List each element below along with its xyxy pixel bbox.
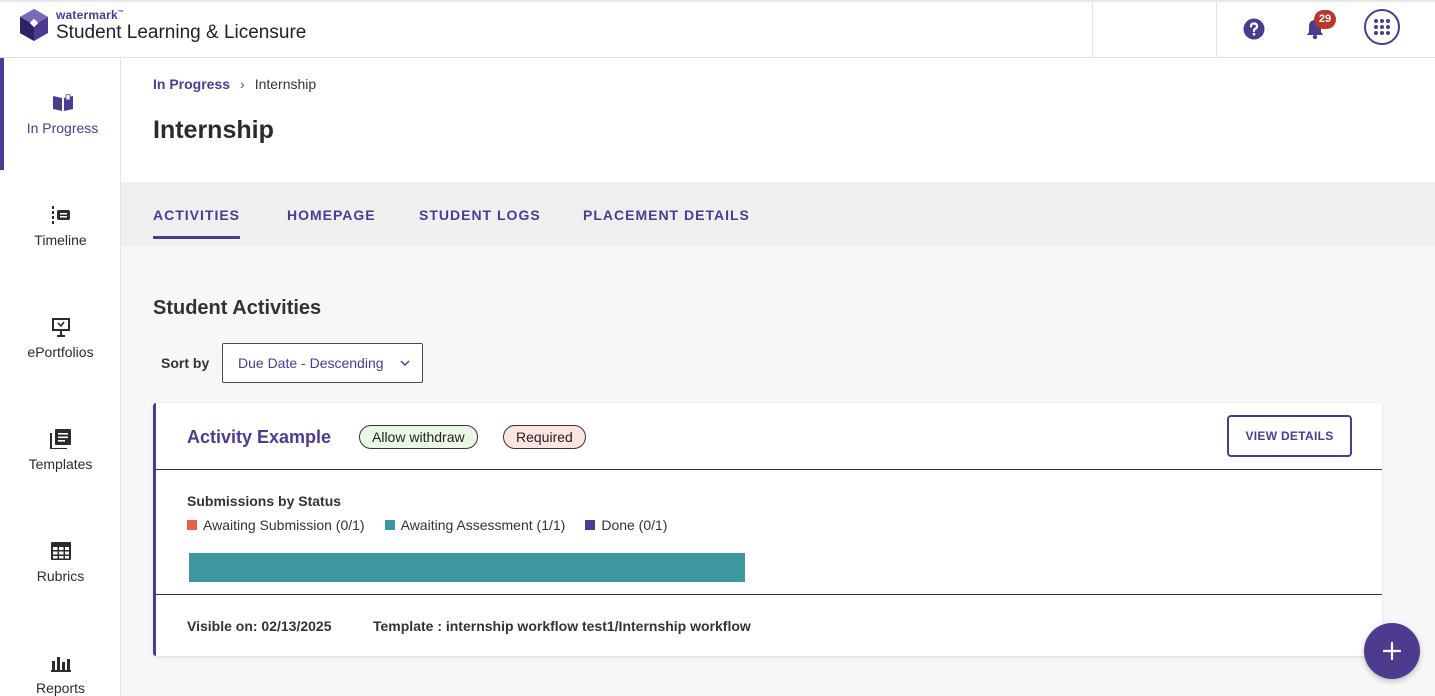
grid-dots-icon	[1374, 19, 1390, 35]
notifications-count-badge: 29	[1314, 10, 1336, 29]
brand-name: watermark™	[56, 7, 125, 22]
sidebar-item-rubrics[interactable]: Rubrics	[0, 506, 121, 618]
sidebar-item-label: Rubrics	[36, 568, 85, 584]
page-header: In Progress › Internship Internship	[121, 58, 1435, 182]
bar-chart-icon	[50, 652, 72, 674]
legend-item-awaiting-assessment: Awaiting Assessment (1/1)	[384, 517, 566, 533]
tab-student-logs[interactable]: STUDENT LOGS	[419, 207, 541, 239]
status-progress-bar	[189, 553, 745, 582]
timeline-icon	[50, 204, 72, 226]
tag-required: Required	[503, 425, 586, 449]
divider	[156, 594, 1382, 595]
sidebar-item-in-progress[interactable]: In Progress	[0, 58, 121, 170]
breadcrumb-separator: ›	[240, 76, 245, 92]
sidebar-item-label: ePortfolios	[27, 344, 94, 360]
topbar-divider	[1092, 2, 1093, 59]
plus-icon	[1382, 641, 1402, 661]
apps-menu-button[interactable]	[1364, 9, 1400, 45]
legend-label: Done (0/1)	[601, 517, 668, 533]
presentation-board-icon	[50, 316, 72, 338]
tab-bar: ACTIVITIES HOMEPAGE STUDENT LOGS PLACEME…	[121, 182, 1435, 246]
legend-swatch	[384, 520, 395, 530]
stacked-docs-icon	[49, 428, 72, 450]
logo-text: watermark™ Student Learning & Licensure	[56, 9, 306, 42]
status-bar-segment	[189, 553, 745, 582]
breadcrumb-current: Internship	[254, 76, 317, 92]
help-button[interactable]	[1242, 17, 1266, 41]
legend-item-done: Done (0/1)	[585, 517, 667, 533]
product-name: Student Learning & Licensure	[56, 21, 307, 43]
visible-on-date: Visible on: 02/13/2025	[187, 618, 332, 634]
sort-select[interactable]: Due Date - Descending	[222, 343, 423, 383]
sort-label: Sort by	[161, 355, 210, 371]
legend-label: Awaiting Assessment (1/1)	[400, 517, 566, 533]
topbar-divider	[1216, 2, 1217, 59]
section-title: Student Activities	[153, 297, 322, 319]
table-grid-icon	[50, 540, 72, 562]
app-logo[interactable]: watermark™ Student Learning & Licensure	[18, 8, 306, 42]
tab-placement-details[interactable]: PLACEMENT DETAILS	[583, 207, 750, 239]
watermark-logo-icon	[20, 9, 48, 41]
view-details-button[interactable]: VIEW DETAILS	[1227, 415, 1352, 457]
help-circle-icon	[1243, 18, 1265, 40]
divider	[156, 469, 1382, 470]
sort-select-value: Due Date - Descending	[238, 355, 384, 371]
status-legend: Awaiting Submission (0/1) Awaiting Asses…	[187, 517, 687, 533]
submissions-title: Submissions by Status	[187, 493, 342, 509]
top-bar: watermark™ Student Learning & Licensure …	[0, 0, 1435, 59]
sidebar-item-eportfolios[interactable]: ePortfolios	[0, 282, 121, 394]
activity-card: Activity Example Allow withdraw Required…	[153, 403, 1382, 656]
breadcrumb-link-in-progress[interactable]: In Progress	[153, 76, 230, 92]
legend-swatch	[187, 520, 197, 530]
template-info: Template : internship workflow test1/Int…	[373, 618, 751, 634]
sidebar-item-label: In Progress	[26, 120, 99, 136]
tag-allow-withdraw: Allow withdraw	[359, 425, 478, 449]
tab-homepage[interactable]: HOMEPAGE	[287, 207, 376, 239]
page-title: Internship	[153, 116, 274, 144]
breadcrumb: In Progress › Internship	[153, 76, 316, 92]
sidebar-item-label: Timeline	[34, 232, 87, 248]
sidebar-item-label: Templates	[28, 456, 93, 472]
open-book-icon	[52, 92, 74, 114]
legend-swatch	[585, 520, 596, 530]
legend-item-awaiting-submission: Awaiting Submission (0/1)	[187, 517, 365, 533]
legend-label: Awaiting Submission (0/1)	[203, 517, 365, 533]
add-button[interactable]	[1364, 623, 1420, 679]
chevron-down-icon	[400, 360, 410, 367]
tab-activities[interactable]: ACTIVITIES	[153, 207, 241, 239]
sidebar-item-timeline[interactable]: Timeline	[0, 170, 121, 282]
activity-title[interactable]: Activity Example	[187, 427, 331, 448]
sidebar-item-templates[interactable]: Templates	[0, 394, 121, 506]
sidebar-item-reports[interactable]: Reports	[0, 618, 121, 696]
sidebar-item-label: Reports	[35, 680, 86, 696]
sidebar: In Progress Timeline ePortfolios Templat…	[0, 58, 121, 696]
